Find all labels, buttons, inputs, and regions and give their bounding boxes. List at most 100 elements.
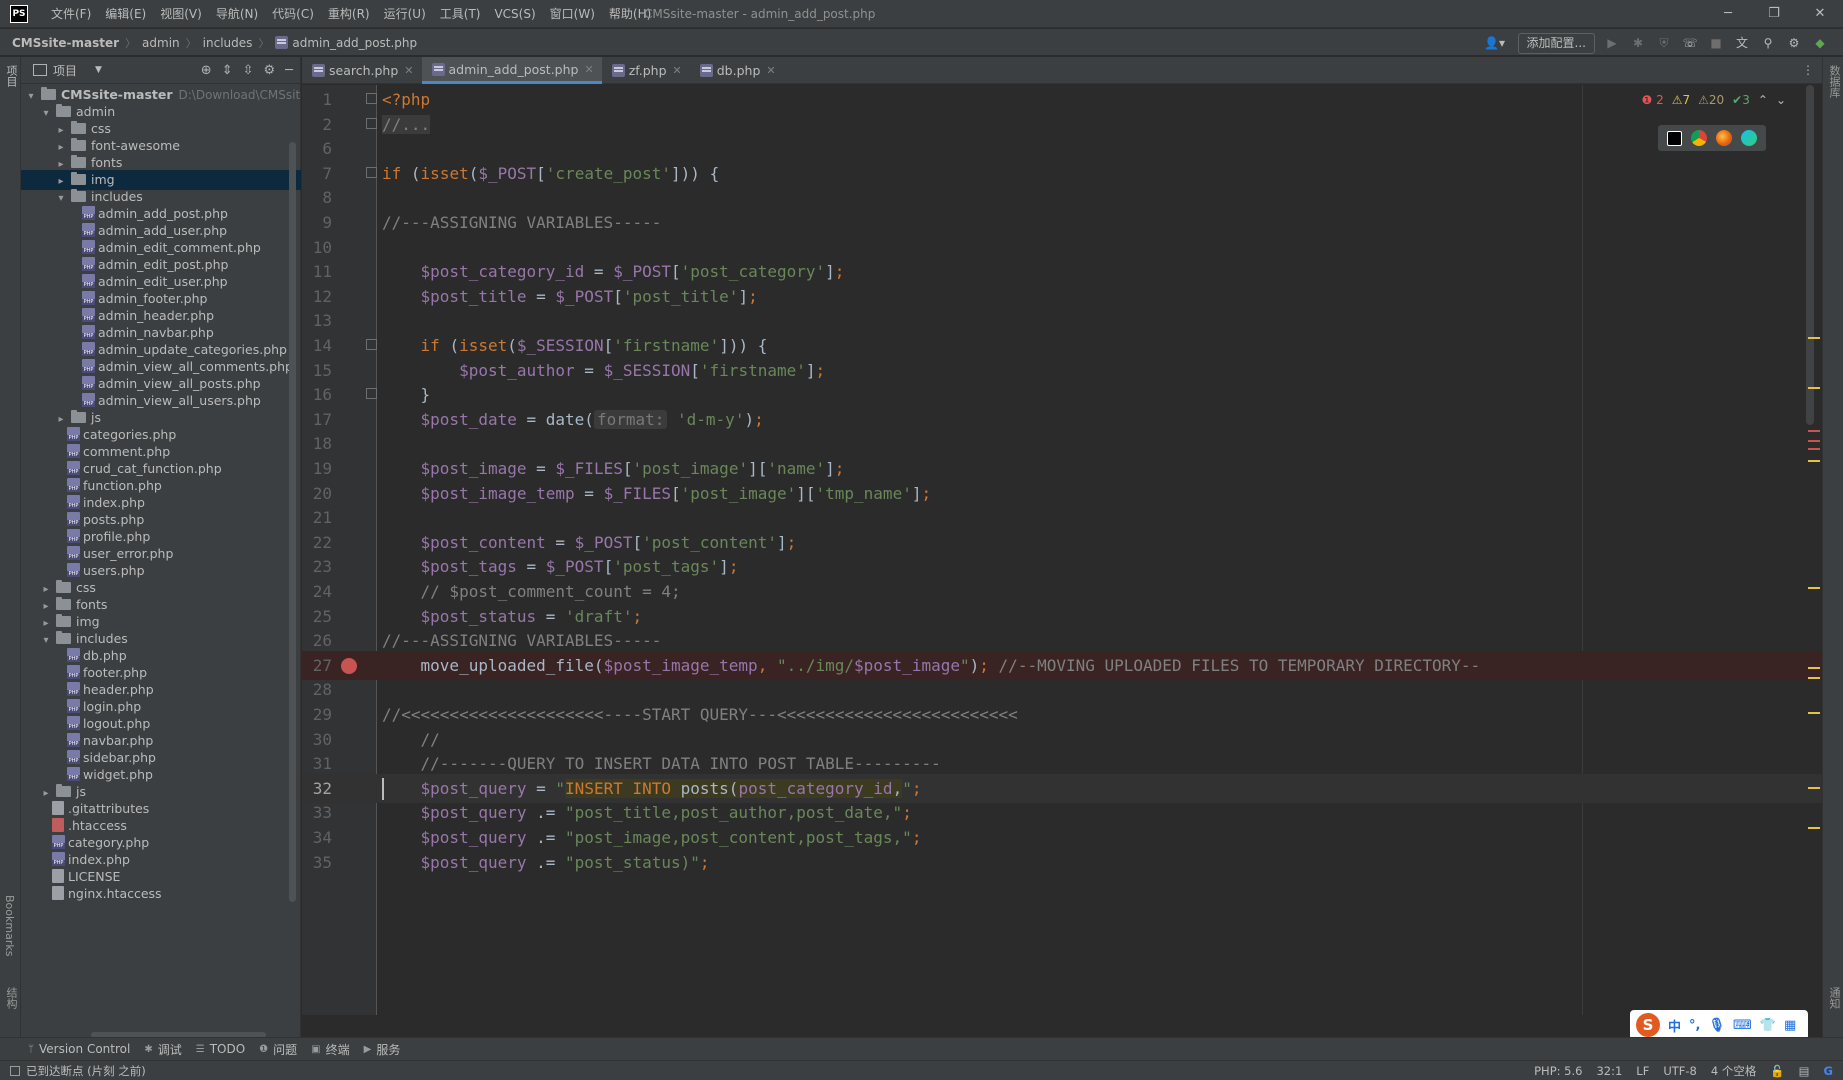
- warning-stripe-mark[interactable]: [1808, 787, 1820, 789]
- translate-icon[interactable]: 文: [1733, 33, 1751, 53]
- expand-all-icon[interactable]: ⇕: [222, 63, 233, 78]
- close-tab-icon[interactable]: ✕: [584, 63, 593, 76]
- inspection-widget[interactable]: ❶ 2 ⚠7 ⚠20 ✔3 ⌃ ⌄: [1642, 91, 1787, 109]
- stop-icon[interactable]: ■: [1707, 33, 1725, 53]
- notifications-tool-button[interactable]: 通知: [1826, 987, 1842, 1009]
- bottom-tool-services[interactable]: ▶ 服务: [364, 1041, 401, 1058]
- error-stripe-mark[interactable]: [1808, 440, 1820, 442]
- menu-item[interactable]: 重构(R): [321, 0, 377, 28]
- editor-tab[interactable]: search.php ✕: [302, 57, 422, 84]
- settings-gear-icon[interactable]: ⚙: [1785, 33, 1803, 53]
- breadcrumb-project[interactable]: CMSsite-master: [12, 36, 119, 50]
- bottom-tool-vcs[interactable]: ᛘ Version Control: [28, 1042, 130, 1056]
- input-method-bar[interactable]: S 中 °, 🎙 ⌨ 👕 ▦: [1630, 1010, 1808, 1040]
- user-account-icon[interactable]: 👤▾: [1480, 33, 1510, 53]
- bottom-tool-debug[interactable]: ✱ 调试: [144, 1041, 181, 1058]
- project-view-selector[interactable]: 项目 ▼: [33, 62, 102, 79]
- line-number[interactable]: 35: [302, 848, 332, 877]
- menu-item[interactable]: 代码(C): [265, 0, 321, 28]
- php-version[interactable]: PHP: 5.6: [1534, 1064, 1582, 1078]
- menu-item[interactable]: 窗口(W): [543, 0, 602, 28]
- warning-count[interactable]: ⚠7: [1672, 93, 1690, 107]
- panel-settings-icon[interactable]: ⚙: [264, 63, 276, 78]
- keyboard-icon[interactable]: ⌨: [1733, 1018, 1752, 1033]
- warning-stripe-mark[interactable]: [1808, 667, 1820, 669]
- locate-file-icon[interactable]: ⊕: [201, 63, 212, 78]
- typo-count[interactable]: ✔3: [1732, 93, 1750, 107]
- debug-icon[interactable]: ✱: [1629, 33, 1647, 53]
- menu-item[interactable]: 文件(F): [44, 0, 98, 28]
- run-icon[interactable]: ▶: [1603, 33, 1621, 53]
- add-configuration-button[interactable]: 添加配置...: [1517, 32, 1595, 54]
- bottom-tool-todo[interactable]: ☰ TODO: [196, 1042, 245, 1056]
- weak-warning-count[interactable]: ⚠20: [1698, 93, 1724, 107]
- hide-panel-icon[interactable]: ─: [285, 63, 293, 78]
- search-icon[interactable]: ⚲: [1759, 33, 1777, 53]
- ime-language-toggle[interactable]: 中: [1668, 1016, 1681, 1035]
- project-tree-scrollbar[interactable]: [289, 142, 296, 902]
- readonly-lock-icon[interactable]: 🔓: [1770, 1064, 1784, 1078]
- indent-setting[interactable]: 4 个空格: [1711, 1063, 1756, 1079]
- breadcrumb-includes[interactable]: includes: [203, 36, 253, 50]
- error-count[interactable]: ❶ 2: [1642, 93, 1664, 107]
- error-stripe-mark[interactable]: [1808, 430, 1820, 432]
- status-toggle-icon[interactable]: [10, 1066, 20, 1076]
- code-line[interactable]: 35 $post_query .= "post_status)";: [302, 848, 1822, 877]
- chevron-down-icon[interactable]: ⌄: [1776, 93, 1786, 107]
- editor-tab[interactable]: db.php ✕: [690, 57, 784, 84]
- code-editor[interactable]: 1 <?php 2//... 6 7 if (isset($_POST['create_p…: [302, 85, 1822, 1015]
- close-tab-icon[interactable]: ✕: [673, 64, 682, 77]
- close-window-button[interactable]: ✕: [1797, 0, 1843, 28]
- bottom-tool-terminal[interactable]: ▣ 终端: [311, 1041, 349, 1058]
- menu-item[interactable]: VCS(S): [487, 0, 542, 28]
- fold-marker-icon[interactable]: [366, 388, 377, 400]
- restore-button[interactable]: ❐: [1751, 0, 1797, 28]
- chrome-icon[interactable]: [1690, 130, 1707, 146]
- editor-tab[interactable]: zf.php ✕: [602, 57, 690, 84]
- warning-stripe-mark[interactable]: [1808, 712, 1820, 714]
- collapse-all-icon[interactable]: ⇳: [243, 63, 254, 78]
- warning-stripe-mark[interactable]: [1808, 337, 1820, 339]
- warning-stripe-mark[interactable]: [1808, 460, 1820, 462]
- warning-stripe-mark[interactable]: [1808, 387, 1820, 389]
- structure-tool-button[interactable]: 结构: [3, 987, 19, 1009]
- edge-icon[interactable]: [1741, 130, 1758, 146]
- bottom-tool-problems[interactable]: ❶ 问题: [259, 1041, 297, 1058]
- project-tool-button[interactable]: 项目: [3, 65, 19, 87]
- menu-item[interactable]: 运行(U): [377, 0, 433, 28]
- plugin-icon[interactable]: ◆: [1811, 33, 1829, 53]
- toolbox-grid-icon[interactable]: ▦: [1784, 1018, 1796, 1033]
- editor-scrollbar[interactable]: [1806, 85, 1814, 425]
- warning-stripe-mark[interactable]: [1808, 827, 1820, 829]
- fold-marker-icon[interactable]: [366, 339, 377, 350]
- breadcrumb-file[interactable]: admin_add_post.php: [292, 36, 417, 50]
- menu-item[interactable]: 导航(N): [209, 0, 265, 28]
- minimize-button[interactable]: ─: [1705, 0, 1751, 28]
- firefox-icon[interactable]: [1716, 130, 1733, 146]
- warning-stripe-mark[interactable]: [1808, 677, 1820, 679]
- close-tab-icon[interactable]: ✕: [404, 64, 413, 77]
- fold-marker-icon[interactable]: [366, 117, 377, 129]
- coverage-icon[interactable]: ⛨: [1655, 33, 1673, 53]
- close-tab-icon[interactable]: ✕: [766, 64, 775, 77]
- warning-stripe-mark[interactable]: [1808, 587, 1820, 589]
- line-separator[interactable]: LF: [1636, 1064, 1649, 1078]
- fold-marker-icon[interactable]: [366, 93, 377, 104]
- fold-marker-icon[interactable]: [366, 166, 377, 178]
- database-tool-button[interactable]: 数据库: [1826, 65, 1842, 98]
- menu-item[interactable]: 工具(T): [433, 0, 488, 28]
- skin-shirt-icon[interactable]: 👕: [1760, 1018, 1776, 1033]
- ime-punctuation-toggle[interactable]: °,: [1689, 1018, 1700, 1033]
- memory-indicator-icon[interactable]: ▤: [1799, 1064, 1810, 1078]
- caret-position[interactable]: 32:1: [1596, 1064, 1622, 1078]
- file-encoding[interactable]: UTF-8: [1663, 1064, 1697, 1078]
- microphone-icon[interactable]: 🎙: [1708, 1018, 1725, 1033]
- menu-item[interactable]: 编辑(E): [98, 0, 153, 28]
- breadcrumb-admin[interactable]: admin: [142, 36, 180, 50]
- chevron-up-icon[interactable]: ⌃: [1758, 93, 1768, 107]
- menu-item[interactable]: 视图(V): [153, 0, 209, 28]
- more-tabs-icon[interactable]: ⋮: [1802, 57, 1814, 84]
- google-icon[interactable]: G: [1824, 1064, 1833, 1078]
- listen-debug-icon[interactable]: ☏: [1681, 33, 1699, 53]
- error-stripe-mark[interactable]: [1808, 448, 1820, 450]
